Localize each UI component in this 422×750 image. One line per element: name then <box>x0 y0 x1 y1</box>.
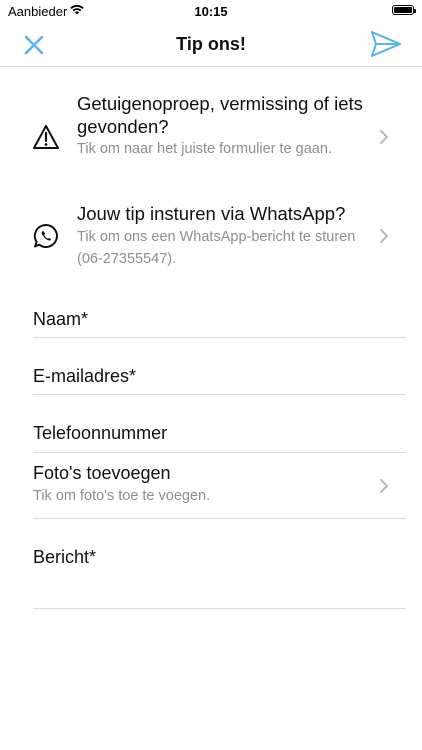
witness-call-title: Getuigenoproep, vermissing of iets gevon… <box>77 93 363 137</box>
chevron-right-icon <box>379 129 389 145</box>
phone-field[interactable]: Telefoonnummer <box>33 395 406 453</box>
navigation-bar: Tip ons! <box>0 24 422 67</box>
message-field[interactable]: Bericht* <box>33 519 406 609</box>
whatsapp-link[interactable]: Jouw tip insturen via WhatsApp? Tik om o… <box>0 200 422 275</box>
add-photos-subtitle: Tik om foto's toe te voegen. <box>33 488 211 504</box>
status-bar: Aanbieder 10:15 <box>0 0 422 24</box>
page-title: Tip ons! <box>176 34 246 54</box>
clock: 10:15 <box>194 4 228 19</box>
chevron-right-icon <box>379 228 389 244</box>
whatsapp-subtitle: Tik om ons een WhatsApp-bericht te sture… <box>77 229 356 267</box>
add-photos-title: Foto's toevoegen <box>33 463 171 483</box>
add-photos-row[interactable]: Foto's toevoegen Tik om foto's toe te vo… <box>33 453 406 519</box>
witness-call-subtitle: Tik om naar het juiste formulier te gaan… <box>77 141 332 157</box>
chevron-right-icon <box>379 478 389 494</box>
name-field[interactable]: Naam* <box>33 300 406 338</box>
email-field[interactable]: E-mailadres* <box>33 338 406 395</box>
battery-icon <box>392 5 416 15</box>
paper-plane-icon <box>371 31 401 57</box>
whatsapp-title: Jouw tip insturen via WhatsApp? <box>77 203 346 224</box>
whatsapp-icon <box>33 223 59 249</box>
witness-call-link[interactable]: Getuigenoproep, vermissing of iets gevon… <box>0 90 422 185</box>
send-button[interactable] <box>370 30 402 58</box>
warning-triangle-icon <box>33 124 59 150</box>
